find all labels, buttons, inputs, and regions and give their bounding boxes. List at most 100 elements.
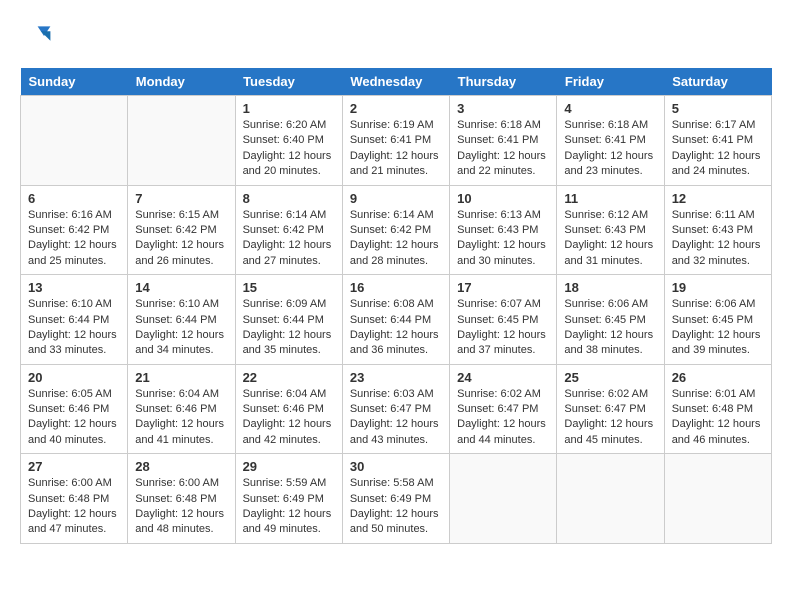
calendar-cell	[664, 454, 771, 544]
day-number: 14	[135, 280, 227, 295]
day-number: 8	[243, 191, 335, 206]
calendar-cell: 15Sunrise: 6:09 AM Sunset: 6:44 PM Dayli…	[235, 275, 342, 365]
calendar-cell: 25 Sunrise: 6:02 AM Sunset: 6:47 PM Dayli…	[557, 364, 664, 454]
calendar-cell: 5 Sunrise: 6:17 AM Sunset: 6:41 PM Daylig…	[664, 96, 771, 186]
col-header-tuesday: Tuesday	[235, 68, 342, 96]
day-number: 16	[350, 280, 442, 295]
cell-info: Sunrise: 6:02 AM Sunset: 6:47 PM Dayligh…	[457, 387, 549, 449]
day-number: 26	[672, 370, 764, 385]
cell-info: Sunrise: 6:16 AM Sunset: 6:42 PM Dayligh…	[28, 208, 120, 270]
cell-info: Sunrise: 6:06 AM Sunset: 6:45 PM Dayligh…	[564, 297, 656, 359]
calendar-cell: 21 Sunrise: 6:04 AM Sunset: 6:46 PM Dayli…	[128, 364, 235, 454]
calendar-cell	[128, 96, 235, 186]
cell-info: Sunrise: 6:02 AM Sunset: 6:47 PM Dayligh…	[564, 387, 656, 449]
cell-info: Sunrise: 6:12 AM Sunset: 6:43 PM Dayligh…	[564, 208, 656, 270]
day-number: 5	[672, 101, 764, 116]
calendar-cell: 23 Sunrise: 6:03 AM Sunset: 6:47 PM Dayli…	[342, 364, 449, 454]
calendar-cell	[21, 96, 128, 186]
calendar-week-5: 27 Sunrise: 6:00 AM Sunset: 6:48 PM Dayli…	[21, 454, 772, 544]
day-number: 9	[350, 191, 442, 206]
day-number: 3	[457, 101, 549, 116]
day-number: 4	[564, 101, 656, 116]
cell-info: Sunrise: 6:09 AM Sunset: 6:44 PM Dayligh…	[243, 297, 335, 359]
day-number: 17	[457, 280, 549, 295]
calendar-cell: 28 Sunrise: 6:00 AM Sunset: 6:48 PM Dayli…	[128, 454, 235, 544]
cell-info: Sunrise: 6:14 AM Sunset: 6:42 PM Dayligh…	[243, 208, 335, 270]
col-header-sunday: Sunday	[21, 68, 128, 96]
calendar-cell: 4 Sunrise: 6:18 AM Sunset: 6:41 PM Daylig…	[557, 96, 664, 186]
cell-info: Sunrise: 6:04 AM Sunset: 6:46 PM Dayligh…	[135, 387, 227, 449]
cell-info: Sunrise: 6:00 AM Sunset: 6:48 PM Dayligh…	[135, 476, 227, 538]
cell-info: Sunrise: 6:04 AM Sunset: 6:46 PM Dayligh…	[243, 387, 335, 449]
calendar-cell	[557, 454, 664, 544]
cell-info: Sunrise: 6:08 AM Sunset: 6:44 PM Dayligh…	[350, 297, 442, 359]
cell-info: Sunrise: 6:17 AM Sunset: 6:41 PM Dayligh…	[672, 118, 764, 180]
day-number: 22	[243, 370, 335, 385]
calendar-cell: 24 Sunrise: 6:02 AM Sunset: 6:47 PM Dayli…	[450, 364, 557, 454]
calendar-cell: 19 Sunrise: 6:06 AM Sunset: 6:45 PM Dayli…	[664, 275, 771, 365]
cell-info: Sunrise: 6:01 AM Sunset: 6:48 PM Dayligh…	[672, 387, 764, 449]
cell-info: Sunrise: 6:14 AM Sunset: 6:42 PM Dayligh…	[350, 208, 442, 270]
calendar-week-4: 20 Sunrise: 6:05 AM Sunset: 6:46 PM Dayli…	[21, 364, 772, 454]
day-number: 20	[28, 370, 120, 385]
day-number: 24	[457, 370, 549, 385]
cell-info: Sunrise: 6:10 AM Sunset: 6:44 PM Dayligh…	[135, 297, 227, 359]
logo	[20, 20, 56, 52]
calendar-cell: 30 Sunrise: 5:58 AM Sunset: 6:49 PM Dayli…	[342, 454, 449, 544]
calendar-cell: 16 Sunrise: 6:08 AM Sunset: 6:44 PM Dayli…	[342, 275, 449, 365]
cell-info: Sunrise: 6:20 AM Sunset: 6:40 PM Dayligh…	[243, 118, 335, 180]
calendar-week-3: 13 Sunrise: 6:10 AM Sunset: 6:44 PM Dayli…	[21, 275, 772, 365]
col-header-wednesday: Wednesday	[342, 68, 449, 96]
calendar-cell: 11Sunrise: 6:12 AM Sunset: 6:43 PM Dayli…	[557, 185, 664, 275]
cell-info: Sunrise: 6:19 AM Sunset: 6:41 PM Dayligh…	[350, 118, 442, 180]
day-number: 29	[243, 459, 335, 474]
calendar-week-2: 6Sunrise: 6:16 AM Sunset: 6:42 PM Daylig…	[21, 185, 772, 275]
calendar-table: SundayMondayTuesdayWednesdayThursdayFrid…	[20, 68, 772, 544]
col-header-monday: Monday	[128, 68, 235, 96]
col-header-thursday: Thursday	[450, 68, 557, 96]
day-number: 13	[28, 280, 120, 295]
calendar-cell: 17Sunrise: 6:07 AM Sunset: 6:45 PM Dayli…	[450, 275, 557, 365]
cell-info: Sunrise: 6:03 AM Sunset: 6:47 PM Dayligh…	[350, 387, 442, 449]
calendar-cell: 7 Sunrise: 6:15 AM Sunset: 6:42 PM Daylig…	[128, 185, 235, 275]
cell-info: Sunrise: 6:18 AM Sunset: 6:41 PM Dayligh…	[457, 118, 549, 180]
cell-info: Sunrise: 6:06 AM Sunset: 6:45 PM Dayligh…	[672, 297, 764, 359]
calendar-cell: 1 Sunrise: 6:20 AM Sunset: 6:40 PM Daylig…	[235, 96, 342, 186]
cell-info: Sunrise: 6:18 AM Sunset: 6:41 PM Dayligh…	[564, 118, 656, 180]
day-number: 25	[564, 370, 656, 385]
calendar-cell: 12Sunrise: 6:11 AM Sunset: 6:43 PM Dayli…	[664, 185, 771, 275]
calendar-cell: 22 Sunrise: 6:04 AM Sunset: 6:46 PM Dayli…	[235, 364, 342, 454]
col-header-saturday: Saturday	[664, 68, 771, 96]
cell-info: Sunrise: 6:11 AM Sunset: 6:43 PM Dayligh…	[672, 208, 764, 270]
cell-info: Sunrise: 5:59 AM Sunset: 6:49 PM Dayligh…	[243, 476, 335, 538]
calendar-cell: 18 Sunrise: 6:06 AM Sunset: 6:45 PM Dayli…	[557, 275, 664, 365]
calendar-cell: 29 Sunrise: 5:59 AM Sunset: 6:49 PM Dayli…	[235, 454, 342, 544]
day-number: 27	[28, 459, 120, 474]
day-number: 18	[564, 280, 656, 295]
calendar-header-row: SundayMondayTuesdayWednesdayThursdayFrid…	[21, 68, 772, 96]
calendar-cell	[450, 454, 557, 544]
day-number: 30	[350, 459, 442, 474]
cell-info: Sunrise: 6:05 AM Sunset: 6:46 PM Dayligh…	[28, 387, 120, 449]
calendar-cell: 27 Sunrise: 6:00 AM Sunset: 6:48 PM Dayli…	[21, 454, 128, 544]
calendar-cell: 13Sunrise: 6:10 AM Sunset: 6:44 PM Dayli…	[21, 275, 128, 365]
day-number: 19	[672, 280, 764, 295]
calendar-cell: 6Sunrise: 6:16 AM Sunset: 6:42 PM Daylig…	[21, 185, 128, 275]
col-header-friday: Friday	[557, 68, 664, 96]
calendar-cell: 10Sunrise: 6:13 AM Sunset: 6:43 PM Dayli…	[450, 185, 557, 275]
calendar-cell: 14 Sunrise: 6:10 AM Sunset: 6:44 PM Dayli…	[128, 275, 235, 365]
logo-icon	[20, 20, 52, 52]
day-number: 1	[243, 101, 335, 116]
page-header	[20, 20, 772, 52]
calendar-cell: 9 Sunrise: 6:14 AM Sunset: 6:42 PM Daylig…	[342, 185, 449, 275]
calendar-cell: 26 Sunrise: 6:01 AM Sunset: 6:48 PM Dayli…	[664, 364, 771, 454]
day-number: 23	[350, 370, 442, 385]
day-number: 10	[457, 191, 549, 206]
cell-info: Sunrise: 5:58 AM Sunset: 6:49 PM Dayligh…	[350, 476, 442, 538]
calendar-cell: 8 Sunrise: 6:14 AM Sunset: 6:42 PM Daylig…	[235, 185, 342, 275]
day-number: 21	[135, 370, 227, 385]
cell-info: Sunrise: 6:00 AM Sunset: 6:48 PM Dayligh…	[28, 476, 120, 538]
cell-info: Sunrise: 6:15 AM Sunset: 6:42 PM Dayligh…	[135, 208, 227, 270]
day-number: 28	[135, 459, 227, 474]
day-number: 7	[135, 191, 227, 206]
